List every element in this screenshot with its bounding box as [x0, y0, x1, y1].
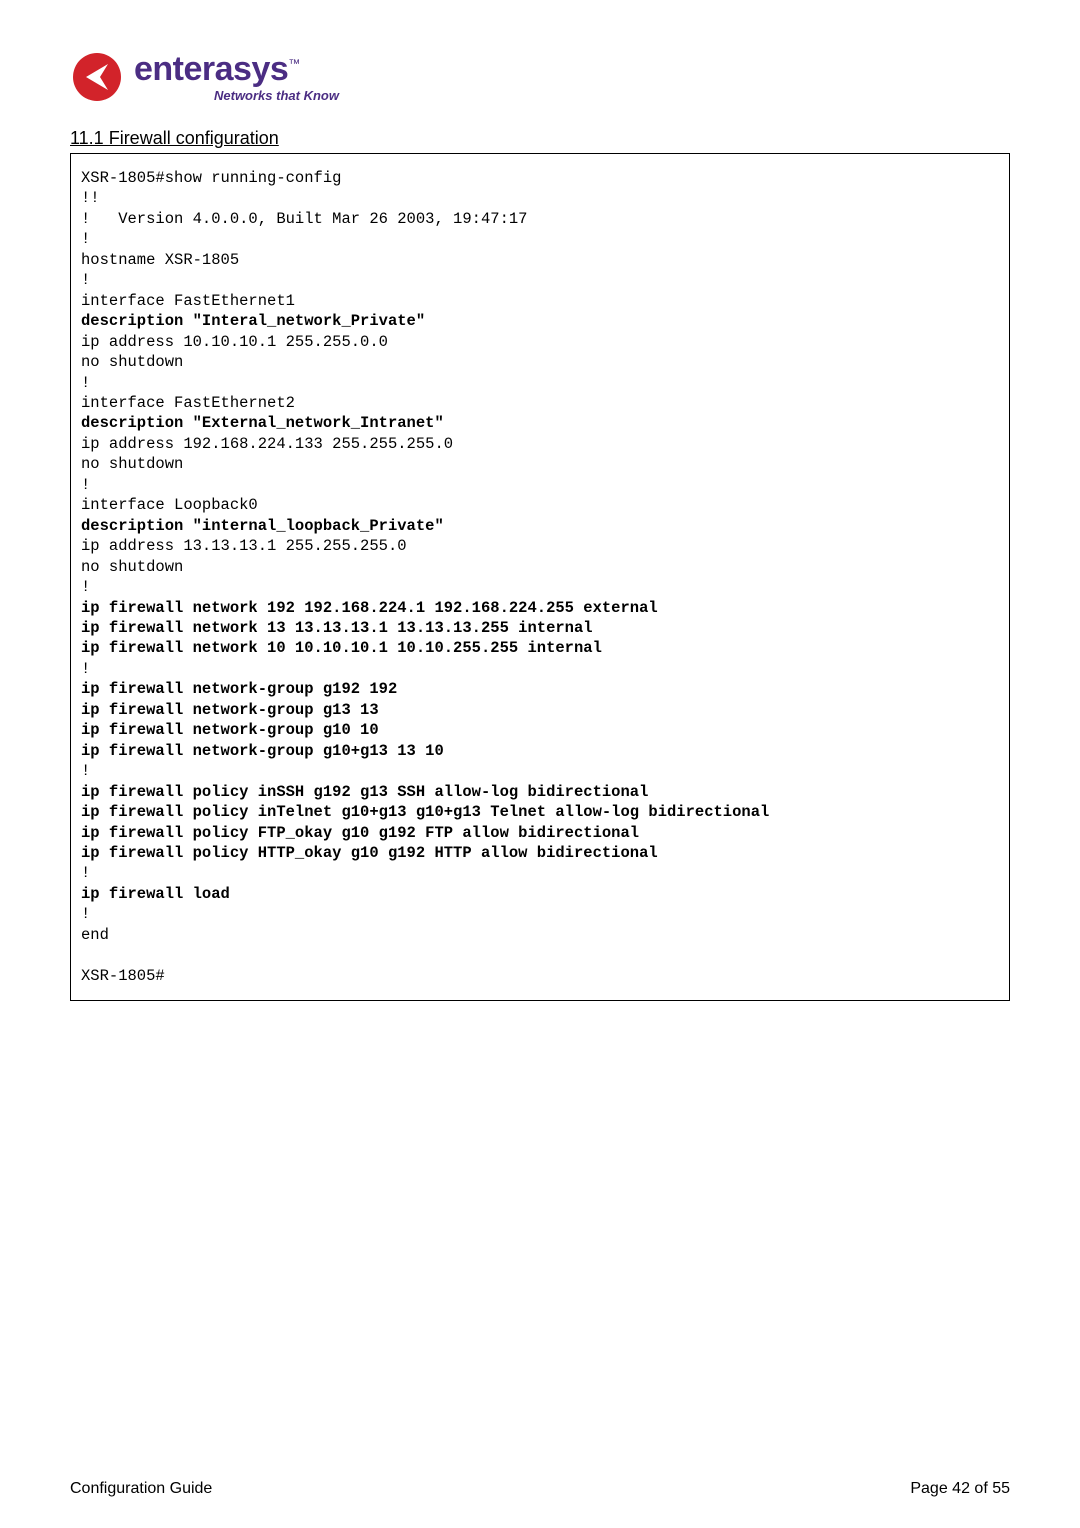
- code-line: ip firewall network 13 13.13.13.1 13.13.…: [81, 619, 593, 637]
- code-line: description "External_network_Intranet": [81, 414, 444, 432]
- code-line: !: [81, 271, 90, 289]
- code-line: no shutdown: [81, 353, 183, 371]
- footer-left: Configuration Guide: [70, 1480, 212, 1498]
- section-heading: 11.1 Firewall configuration: [70, 128, 1010, 149]
- code-line: ip firewall network-group g10+g13 13 10: [81, 742, 444, 760]
- code-line: ip firewall policy HTTP_okay g10 g192 HT…: [81, 844, 658, 862]
- code-line: !: [81, 230, 90, 248]
- code-line: ip firewall load: [81, 885, 230, 903]
- code-line: interface Loopback0: [81, 496, 258, 514]
- code-line: description "internal_loopback_Private": [81, 517, 444, 535]
- code-line: !: [81, 578, 90, 596]
- code-line: !: [81, 476, 90, 494]
- code-line: ip firewall policy inSSH g192 g13 SSH al…: [81, 783, 648, 801]
- trademark: ™: [288, 56, 300, 70]
- logo-icon: [70, 50, 124, 104]
- footer-right: Page 42 of 55: [910, 1480, 1010, 1498]
- code-line: interface FastEthernet1: [81, 292, 295, 310]
- brand-tagline: Networks that Know: [214, 88, 339, 103]
- code-line: ip firewall policy inTelnet g10+g13 g10+…: [81, 803, 769, 821]
- logo: enterasys™ Networks that Know: [70, 50, 1010, 104]
- code-line: ip address 13.13.13.1 255.255.255.0: [81, 537, 407, 555]
- code-line: ip firewall network-group g13 13: [81, 701, 379, 719]
- code-line: !: [81, 905, 90, 923]
- code-line: ip firewall network-group g10 10: [81, 721, 379, 739]
- code-line: ip firewall network-group g192 192: [81, 680, 397, 698]
- code-line: no shutdown: [81, 558, 183, 576]
- code-line: !: [81, 762, 90, 780]
- code-line: hostname XSR-1805: [81, 251, 239, 269]
- code-line: ip address 10.10.10.1 255.255.0.0: [81, 333, 388, 351]
- code-line: !: [81, 864, 90, 882]
- code-line: ip firewall policy FTP_okay g10 g192 FTP…: [81, 824, 639, 842]
- code-line: no shutdown: [81, 455, 183, 473]
- code-line: !: [81, 374, 90, 392]
- code-line: ip firewall network 192 192.168.224.1 19…: [81, 599, 658, 617]
- code-line: ! Version 4.0.0.0, Built Mar 26 2003, 19…: [81, 210, 527, 228]
- config-code-block: XSR-1805#show running-config !! ! Versio…: [70, 153, 1010, 1001]
- code-line: !!: [81, 189, 100, 207]
- code-line: ip firewall network 10 10.10.10.1 10.10.…: [81, 639, 602, 657]
- brand-text: enterasys: [134, 50, 288, 88]
- code-line: XSR-1805#: [81, 967, 165, 985]
- code-line: ip address 192.168.224.133 255.255.255.0: [81, 435, 453, 453]
- code-line: end: [81, 926, 109, 944]
- brand-name: enterasys™: [134, 52, 339, 86]
- code-line: !: [81, 660, 90, 678]
- page-footer: Configuration Guide Page 42 of 55: [70, 1466, 1010, 1498]
- code-line: XSR-1805#show running-config: [81, 169, 341, 187]
- code-line: interface FastEthernet2: [81, 394, 295, 412]
- code-line: description "Interal_network_Private": [81, 312, 425, 330]
